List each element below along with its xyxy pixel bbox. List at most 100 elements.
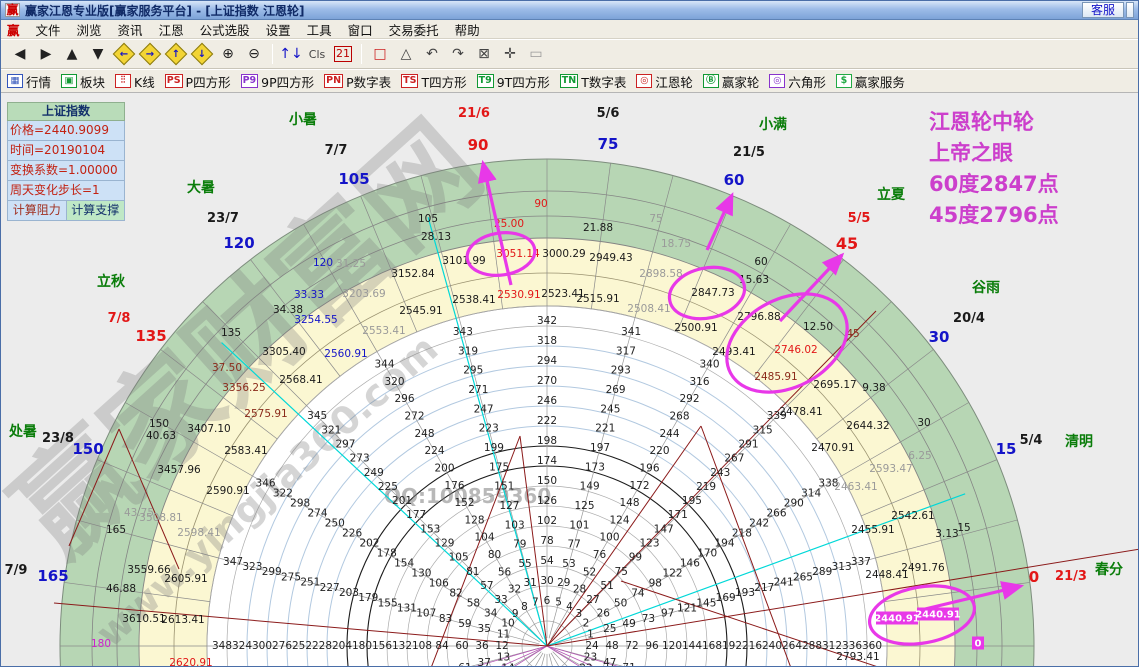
panel-row-0: 价格=2440.9099 [7, 121, 125, 141]
triangle-tool-icon[interactable]: △ [394, 43, 418, 65]
menu-item-8[interactable]: 交易委托 [381, 19, 447, 40]
pan-right-icon[interactable]: → [138, 42, 162, 66]
nav-forward-icon[interactable]: ▶ [34, 43, 58, 65]
svg-text:216: 216 [742, 640, 762, 652]
svg-text:小满: 小满 [759, 116, 787, 133]
hexagon-button[interactable]: ◎ 六角形 [769, 72, 826, 91]
sectors-button[interactable]: ▣ 板块 [61, 72, 105, 91]
svg-text:168: 168 [702, 640, 722, 652]
svg-text:251: 251 [300, 577, 320, 589]
zoom-in-icon[interactable]: ⊕ [216, 43, 240, 65]
window-title: 赢家江恩专业版[赢家服务平台] - [上证指数 江恩轮] [25, 3, 305, 18]
svg-text:2746.02: 2746.02 [774, 344, 817, 356]
svg-text:341: 341 [621, 326, 641, 338]
gann-wheel-button[interactable]: ◎ 江恩轮 [636, 72, 693, 91]
winner-wheel-button[interactable]: Ⓑ 赢家轮 [702, 72, 759, 91]
menu-item-2[interactable]: 资讯 [110, 19, 151, 40]
toolbar-separator [361, 44, 362, 64]
svg-text:273: 273 [350, 453, 370, 465]
quotes-button[interactable]: ▦ 行情 [7, 72, 51, 91]
menu-item-0[interactable]: 文件 [28, 19, 69, 40]
svg-text:31.25: 31.25 [336, 258, 366, 270]
svg-text:2949.43: 2949.43 [589, 252, 632, 264]
down-triangle-icon[interactable]: ▼ [86, 43, 110, 65]
nav-back-icon[interactable]: ◀ [8, 43, 32, 65]
menu-item-5[interactable]: 设置 [258, 19, 299, 40]
svg-text:0: 0 [1029, 568, 1039, 586]
svg-text:344: 344 [374, 359, 394, 371]
pan-up-icon[interactable]: ↑ [164, 42, 188, 66]
p-number-table-button-icon: PN [324, 74, 344, 88]
svg-text:322: 322 [273, 488, 293, 500]
menu-item-6[interactable]: 工具 [299, 19, 340, 40]
kline-button-icon: ⫶⫶ [115, 74, 132, 88]
svg-text:120: 120 [223, 234, 254, 252]
svg-text:180: 180 [352, 640, 372, 652]
pan-down-icon[interactable]: ↓ [190, 42, 214, 66]
cls-button[interactable]: Cls [305, 43, 329, 65]
svg-text:5/4: 5/4 [1020, 433, 1043, 448]
p-square-button[interactable]: PS P四方形 [164, 72, 231, 91]
p-number-table-button[interactable]: PN P数字表 [324, 72, 391, 91]
svg-text:7: 7 [532, 597, 539, 609]
svg-text:107: 107 [416, 608, 436, 620]
menu-item-3[interactable]: 江恩 [151, 19, 192, 40]
rotate-cw-icon[interactable]: ↷ [446, 43, 470, 65]
svg-text:30: 30 [917, 417, 930, 429]
svg-text:154: 154 [394, 558, 414, 570]
winner-service-button-icon: $ [835, 74, 852, 88]
svg-text:195: 195 [682, 495, 702, 507]
svg-text:176: 176 [444, 480, 464, 492]
customer-service-button[interactable]: 客服 [1081, 2, 1124, 18]
svg-text:174: 174 [537, 455, 557, 467]
svg-text:2598.41: 2598.41 [177, 527, 220, 539]
rect-tool-icon[interactable]: □ [368, 43, 392, 65]
svg-text:14: 14 [501, 663, 515, 667]
move-cross-icon[interactable]: ✛ [498, 43, 522, 65]
t-square-button[interactable]: TS T四方形 [401, 72, 467, 91]
svg-text:135: 135 [221, 327, 241, 339]
winner-service-button[interactable]: $ 赢家服务 [835, 72, 905, 91]
t-number-table-button-label: T数字表 [581, 74, 627, 90]
menu-item-7[interactable]: 窗口 [340, 19, 381, 40]
svg-text:3610.51: 3610.51 [122, 613, 165, 625]
svg-text:97: 97 [661, 608, 674, 620]
svg-text:2455.91: 2455.91 [851, 524, 894, 536]
clipboard-icon[interactable]: ▭ [524, 43, 548, 65]
calc-support-button[interactable]: 计算支撑 [66, 201, 125, 221]
svg-text:169: 169 [716, 592, 736, 604]
svg-text:79: 79 [513, 539, 526, 551]
t-number-table-button[interactable]: TN T数字表 [559, 72, 627, 91]
9p-square-button[interactable]: P9 9P四方形 [240, 72, 314, 91]
zoom-out-icon[interactable]: ⊖ [242, 43, 266, 65]
svg-text:172: 172 [629, 480, 649, 492]
calendar-icon[interactable]: 21 [331, 43, 355, 65]
svg-text:21/5: 21/5 [733, 145, 765, 160]
svg-text:51: 51 [600, 580, 613, 592]
svg-text:121: 121 [677, 602, 697, 614]
menu-item-4[interactable]: 公式选股 [192, 19, 258, 40]
menu-bar: 赢 文件 浏览 资讯 江恩 公式选股 设置 工具 窗口 交易委托 帮助 [1, 20, 1138, 39]
svg-text:立夏: 立夏 [877, 186, 906, 203]
hidden-edge-button[interactable] [1126, 2, 1134, 18]
svg-text:74: 74 [631, 588, 645, 600]
svg-text:179: 179 [358, 592, 378, 604]
calc-resistance-button[interactable]: 计算阻力 [7, 201, 67, 221]
menu-item-1[interactable]: 浏览 [69, 19, 110, 40]
pan-left-icon[interactable]: ← [112, 42, 136, 66]
t-square-button-icon: TS [401, 74, 419, 88]
svg-text:125: 125 [575, 500, 595, 512]
svg-text:2605.91: 2605.91 [164, 573, 207, 585]
svg-text:26: 26 [597, 608, 611, 620]
p-square-button-label: P四方形 [185, 74, 231, 90]
9t-square-button[interactable]: T9 9T四方形 [476, 72, 550, 91]
updown-arrows-icon[interactable]: ↑↓ [279, 43, 303, 65]
rotate-ccw-icon[interactable]: ↶ [420, 43, 444, 65]
up-triangle-icon[interactable]: ▲ [60, 43, 84, 65]
svg-text:315: 315 [753, 424, 773, 436]
menu-item-9[interactable]: 帮助 [447, 19, 488, 40]
box-x-icon[interactable]: ⊠ [472, 43, 496, 65]
svg-text:197: 197 [590, 442, 610, 454]
panel-row-3: 周天变化步长=1 [7, 181, 125, 201]
kline-button[interactable]: ⫶⫶ K线 [115, 72, 155, 91]
